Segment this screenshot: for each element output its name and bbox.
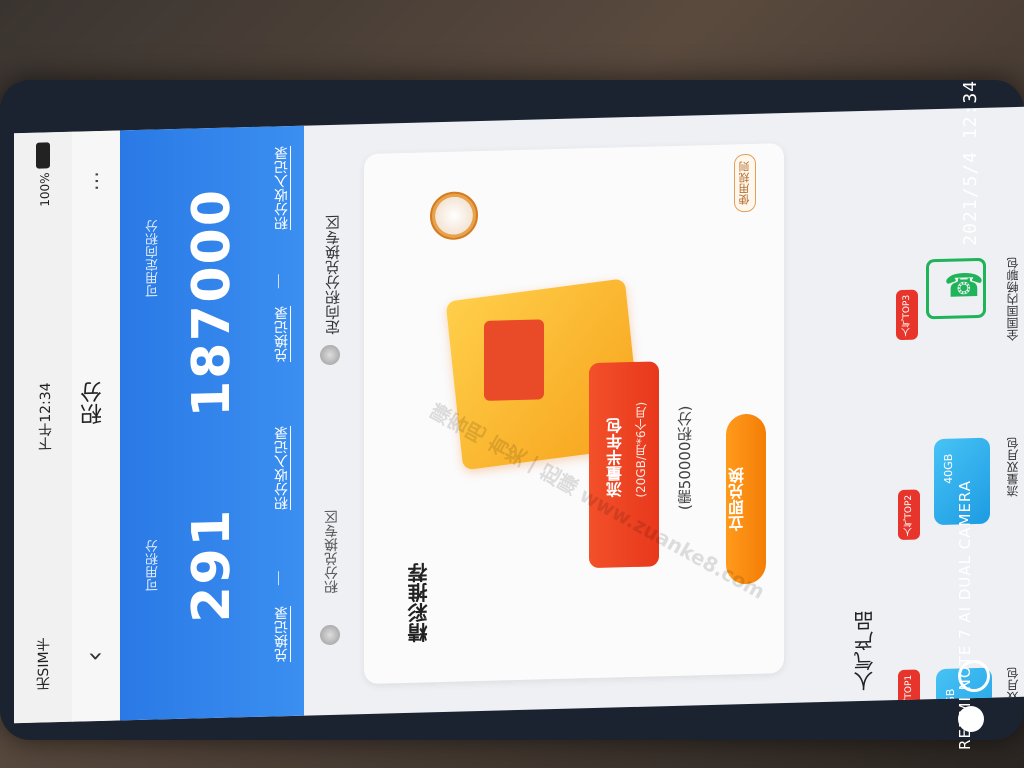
phone-glyph-icon: ☎ xyxy=(944,265,984,305)
directed-points-value: 187000 xyxy=(182,187,242,418)
promo-description: (20GB/月*6个月) xyxy=(634,401,648,498)
timestamp-watermark: 2021/5/4 12:34 xyxy=(960,80,981,246)
popular-heading: 人气产品 xyxy=(853,610,877,692)
camera-dot-icon xyxy=(958,706,984,732)
directed-points-income-link[interactable]: 积分收入记录 xyxy=(272,146,292,231)
hot-tag-label: 人气TOP2 xyxy=(904,494,914,537)
promo-name: 流量半年包 xyxy=(606,417,625,498)
available-points-value: 291 xyxy=(182,507,242,624)
back-chevron-icon[interactable]: ‹ xyxy=(80,651,110,662)
hot-tag-label: 人气TOP3 xyxy=(902,294,912,337)
redeem-history-link[interactable]: 兑换记录 xyxy=(272,606,292,663)
more-icon[interactable]: ⋯ xyxy=(84,171,108,192)
directed-points-label: 可用定向积分 xyxy=(146,219,161,298)
featured-heading: 精彩推荐 xyxy=(407,562,431,643)
product-size: 40GB xyxy=(942,453,955,485)
promo-cost: (需50000积分) xyxy=(676,405,694,511)
redeem-now-label: 立即兑换 xyxy=(728,467,747,532)
product-name: 全国国内畅聊包 xyxy=(1006,256,1020,342)
link-divider xyxy=(278,571,279,586)
directed-zone-label: 定向积分兑换专区 xyxy=(324,214,342,336)
product-name: 流量双月包 xyxy=(1006,436,1020,498)
available-points-label: 可用积分 xyxy=(146,539,161,592)
rules-badge[interactable]: 使用规则 xyxy=(734,153,756,213)
page-title: 积分 xyxy=(81,380,106,426)
battery-icon xyxy=(36,142,50,169)
app-screen: 无SIM卡 下午12:34 100% ‹ 积分 ⋯ 可用积分 291 可用定向积… xyxy=(14,106,1024,724)
nav-bar xyxy=(72,130,120,722)
battery-percent: 100% xyxy=(38,172,52,207)
points-income-link[interactable]: 积分收入记录 xyxy=(272,426,292,511)
status-clock: 下午12:34 xyxy=(38,382,54,451)
coin-icon xyxy=(320,624,340,646)
coin-icon xyxy=(320,344,340,366)
carrier-label: 无SIM卡 xyxy=(36,637,52,691)
camera-ring-icon xyxy=(958,660,990,692)
directed-redeem-history-link[interactable]: 兑换记录 xyxy=(272,306,292,363)
points-zone-label: 积分兑换专区 xyxy=(324,509,340,595)
link-divider xyxy=(278,274,279,289)
gift-box-icon xyxy=(484,319,544,401)
